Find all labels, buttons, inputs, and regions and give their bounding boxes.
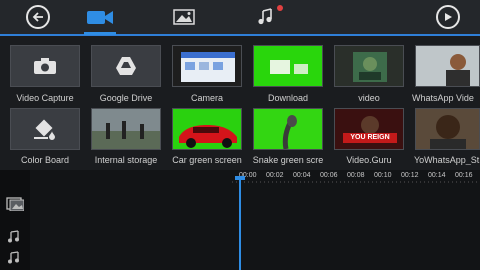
whatsapp-video-label: WhatsApp Vide [412,93,474,103]
tick-label: 00:08 [347,172,365,179]
car-green-screen-label: Car green screen [172,155,242,165]
tick-label: 00:02 [266,172,284,179]
you-reign-text: YOU REIGN [350,134,390,141]
tick-label: 00:10 [374,172,392,179]
download-folder-tile[interactable] [253,45,323,87]
yowhatsapp-tile[interactable] [415,108,480,150]
snake-thumbnail [254,109,322,149]
camera-folder-tile[interactable] [172,45,242,87]
tick-label: 00:12 [401,172,419,179]
google-drive-tile[interactable] [91,45,161,87]
back-arrow-icon [26,5,50,29]
video-guru-label: Video.Guru [346,155,392,165]
ruler-ticks [232,181,480,183]
camera-icon [34,58,56,74]
internal-storage-tile[interactable] [91,108,161,150]
yowhatsapp-label: YoWhatsApp_St [414,155,480,165]
tick-label: 00:16 [455,172,473,179]
image-icon [173,9,195,25]
top-toolbar [0,0,480,34]
tab-video[interactable] [86,4,114,30]
music-note-icon [258,8,272,25]
whatsapp-video-thumbnail [416,46,479,86]
whatsapp-video-tile[interactable] [415,45,480,87]
video-guru-tile[interactable]: YOU REIGN [334,108,404,150]
video-folder-tile[interactable] [334,45,404,87]
tick-label: 00:14 [428,172,446,179]
color-board-tile[interactable] [10,108,80,150]
back-button[interactable] [26,4,50,30]
video-guru-thumbnail [335,109,403,149]
tab-photo[interactable] [172,4,196,30]
snake-green-screen-label: Snake green scre [252,155,324,165]
tick-label: 00:06 [320,172,338,179]
play-button[interactable] [436,4,460,30]
video-camera-icon [87,11,113,24]
internal-storage-thumbnail [92,109,160,149]
tick-label: 00:04 [293,172,311,179]
video-thumbnail [335,46,403,86]
google-drive-icon [116,57,136,75]
car-green-screen-tile[interactable] [172,108,242,150]
camera-thumbnail [173,46,241,86]
music-track-icon [8,230,19,243]
paint-bucket-icon [34,119,55,140]
playhead[interactable] [239,178,241,270]
video-capture-label: Video Capture [16,93,74,103]
download-thumbnail [254,46,322,86]
active-tab-indicator [84,32,116,35]
video-label: video [358,93,380,103]
snake-green-screen-tile[interactable] [253,108,323,150]
car-thumbnail [173,109,241,149]
tab-music[interactable] [255,4,277,30]
camera-label: Camera [190,93,223,103]
color-board-label: Color Board [20,155,70,165]
video-track-icon [6,197,24,211]
play-icon [436,5,460,29]
yowhatsapp-thumbnail [416,109,479,149]
download-label: Download [267,93,309,103]
internal-storage-label: Internal storage [94,155,158,165]
google-drive-label: Google Drive [99,93,153,103]
video-capture-tile[interactable] [10,45,80,87]
notification-dot [277,5,283,11]
audio-track-icon [8,251,19,264]
